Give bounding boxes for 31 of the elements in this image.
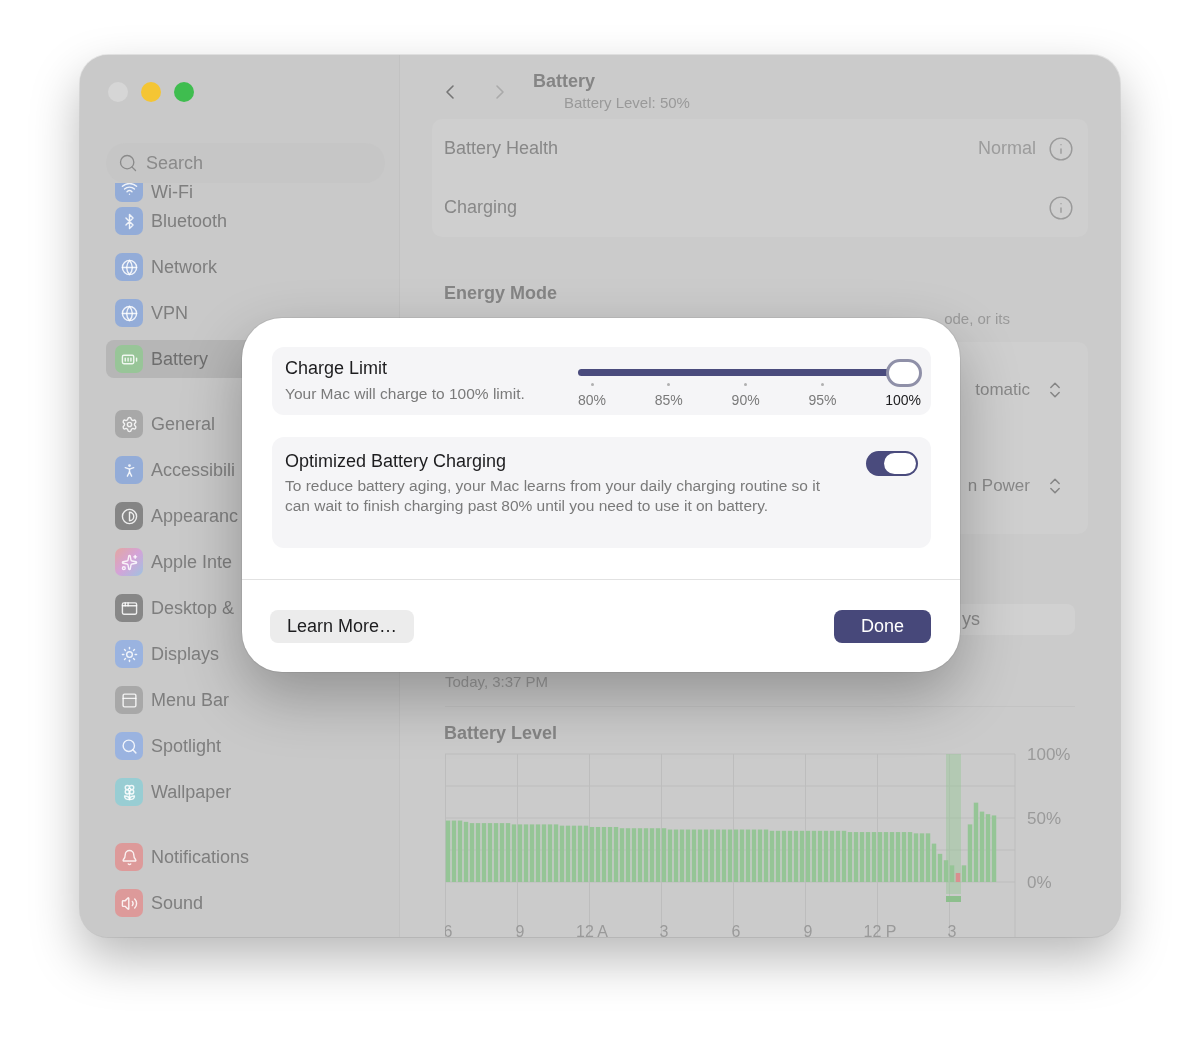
- sidebar-label: Notifications: [151, 846, 250, 868]
- sidebar-label: Battery: [151, 348, 209, 370]
- sidebar-label: Bluetooth: [151, 210, 228, 232]
- search-placeholder: Search: [146, 152, 204, 174]
- chart-title: Battery Level: [443, 723, 559, 744]
- setting-title: Charge Limit: [285, 358, 389, 379]
- tick-label: 85%: [654, 391, 683, 408]
- sidebar-label: Displays: [151, 643, 220, 665]
- sidebar-label: Desktop &: [151, 597, 235, 619]
- section-title: Energy Mode: [443, 283, 559, 305]
- sidebar-label: Menu Bar: [151, 689, 230, 711]
- sidebar-label: Spotlight: [151, 735, 222, 757]
- sidebar-label: Wallpaper: [151, 781, 232, 803]
- sidebar-label: Apple Inte: [151, 551, 233, 573]
- sidebar-label: Accessibili: [151, 459, 236, 481]
- sidebar-label: Wi-Fi: [151, 183, 193, 202]
- sidebar-label: Sound: [151, 892, 204, 914]
- tick-label: 100%: [885, 391, 921, 408]
- setting-title: Optimized Battery Charging: [285, 451, 508, 472]
- sidebar-label: Appearanc: [151, 505, 239, 527]
- sidebar-label: Network: [151, 256, 217, 278]
- tick-label: 80%: [578, 391, 607, 408]
- page-title: Battery: [533, 71, 596, 92]
- row-label: Battery Health: [444, 138, 560, 160]
- setting-description: Your Mac will charge to 100% limit.: [285, 384, 525, 404]
- tick-label: 95%: [808, 391, 837, 408]
- row-label: Charging: [444, 197, 519, 219]
- setting-description: To reduce battery aging, your Mac learns from your daily charging routine so it can wait to finish charging past 80% until you need to use it on battery.: [285, 476, 821, 516]
- tick-label: 90%: [731, 391, 760, 408]
- sidebar-label: VPN: [151, 302, 188, 324]
- sidebar-label: General: [151, 413, 216, 435]
